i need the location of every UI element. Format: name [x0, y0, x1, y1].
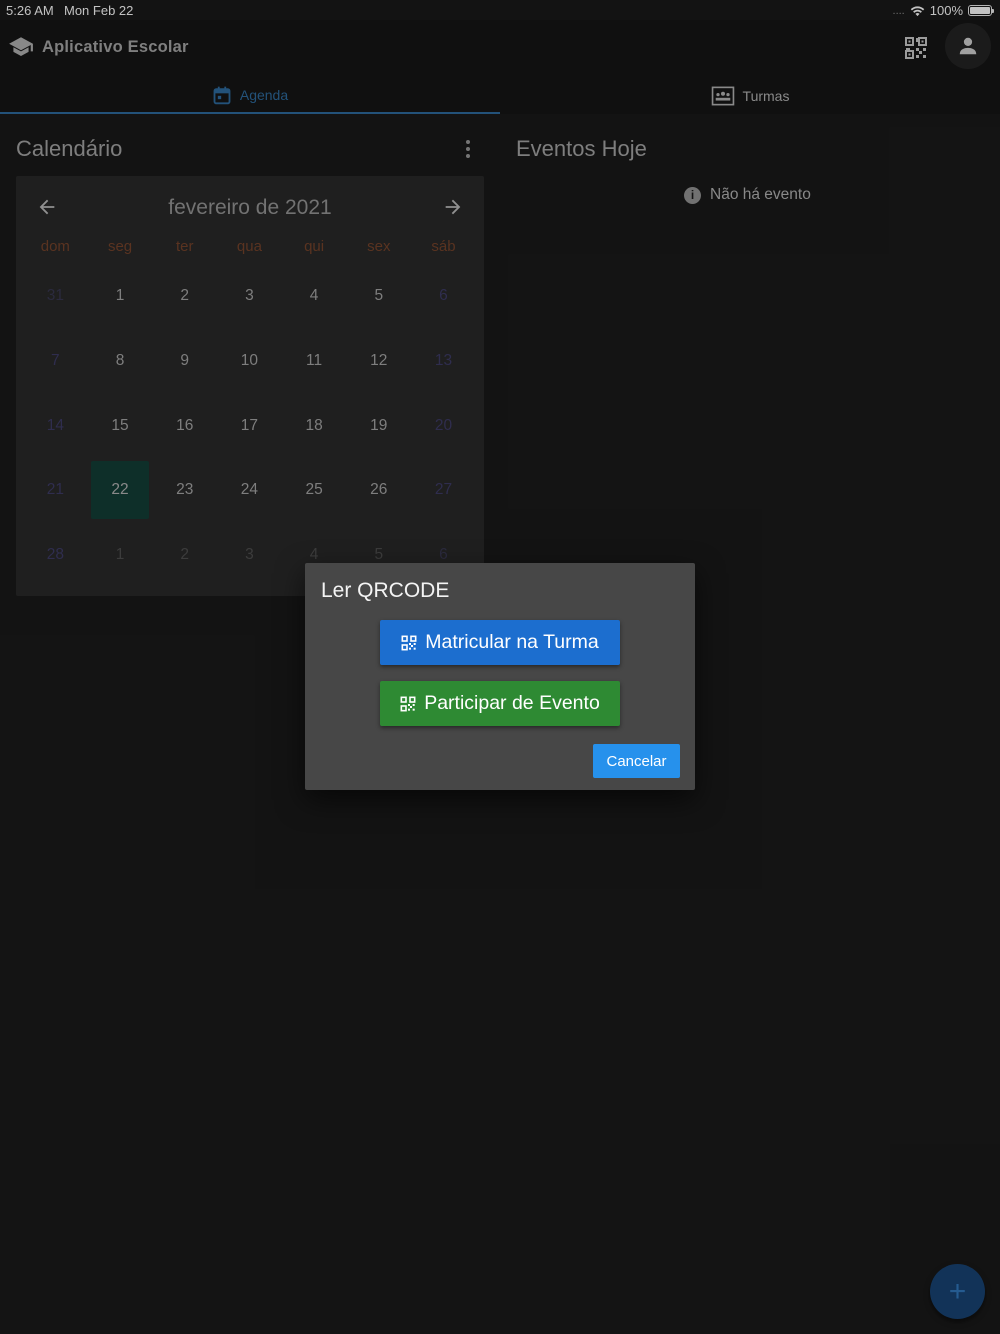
- enroll-class-button[interactable]: Matricular na Turma: [380, 620, 620, 665]
- dialog-title: Ler QRCODE: [321, 579, 450, 602]
- app-root: 5:26 AM Mon Feb 22 .... 100% Aplicativo …: [0, 0, 1000, 1334]
- qr-code-icon: [400, 696, 416, 711]
- qr-code-icon: [401, 635, 417, 650]
- join-event-label: Participar de Evento: [424, 692, 600, 714]
- qrcode-dialog: Ler QRCODE Matricular na Turma Participa…: [305, 563, 695, 790]
- cancel-button[interactable]: Cancelar: [593, 744, 680, 778]
- join-event-button[interactable]: Participar de Evento: [380, 681, 620, 726]
- enroll-class-label: Matricular na Turma: [425, 631, 599, 653]
